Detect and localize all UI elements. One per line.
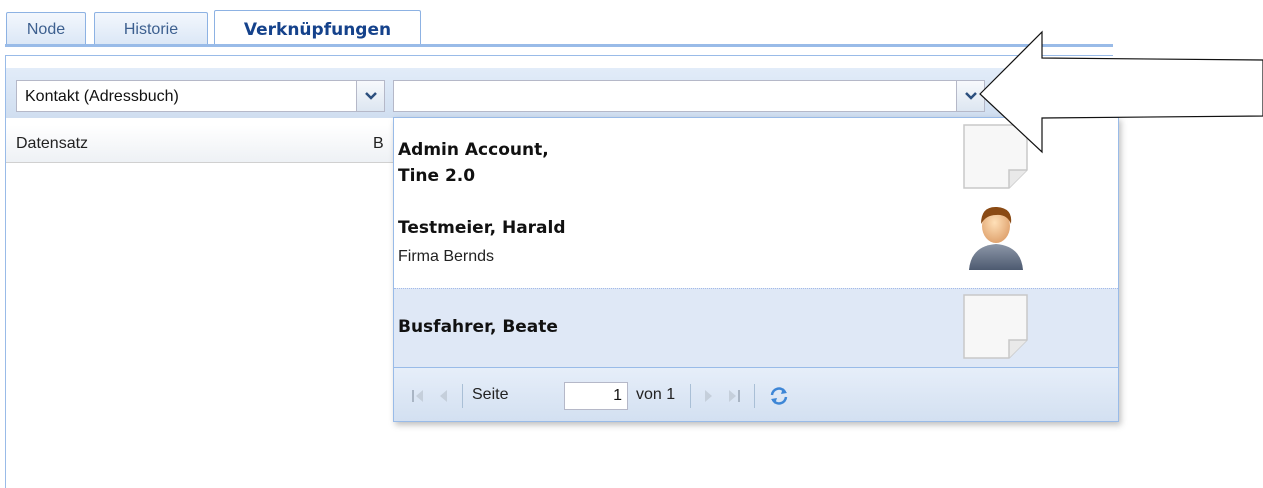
tab-historie-label: Historie: [123, 21, 179, 38]
next-page-icon[interactable]: [700, 388, 716, 404]
tab-verknuepfungen-label: Verknüpfungen: [243, 20, 392, 40]
search-results-dropdown: Admin Account, Tine 2.0 Testmeier, Haral…: [393, 117, 1119, 422]
first-page-icon[interactable]: [410, 388, 426, 404]
list-item-selected[interactable]: Busfahrer, Beate: [394, 288, 1118, 368]
item-name: Testmeier, Harald: [398, 218, 566, 238]
record-search-combo[interactable]: [393, 80, 985, 112]
record-type-combo[interactable]: Kontakt (Adressbuch): [16, 80, 385, 112]
document-icon: [963, 294, 1028, 359]
page-count-label: von 1: [636, 386, 676, 403]
page-number-input[interactable]: 1: [564, 382, 628, 410]
person-avatar-icon: [969, 206, 1023, 270]
item-company: Firma Bernds: [398, 248, 495, 265]
tab-historie[interactable]: Historie: [94, 12, 208, 45]
separator: [754, 384, 755, 408]
app-root: Node Historie Verknüpfungen Kontakt (Adr…: [0, 0, 1263, 488]
paging-toolbar: Seite 1 von 1: [394, 367, 1118, 421]
item-name: Busfahrer, Beate: [398, 317, 558, 337]
tab-node-label: Node: [26, 21, 66, 38]
record-type-value: Kontakt (Adressbuch): [25, 88, 179, 105]
column-b[interactable]: B: [373, 125, 384, 163]
chevron-down-icon: [365, 92, 377, 100]
item-name: Admin Account,: [398, 140, 549, 160]
tab-node[interactable]: Node: [6, 12, 86, 45]
page-label: Seite: [472, 386, 509, 403]
column-datensatz[interactable]: Datensatz: [16, 125, 88, 163]
separator: [462, 384, 463, 408]
separator: [690, 384, 691, 408]
record-type-trigger[interactable]: [356, 81, 384, 111]
tab-strip: [5, 44, 1113, 47]
refresh-icon[interactable]: [768, 385, 790, 407]
annotation-arrow-icon: [979, 30, 1263, 154]
list-item[interactable]: Testmeier, Harald Firma Bernds: [394, 202, 1118, 286]
previous-page-icon[interactable]: [436, 388, 452, 404]
last-page-icon[interactable]: [726, 388, 742, 404]
tab-verknuepfungen[interactable]: Verknüpfungen: [214, 10, 421, 46]
item-name-line2: Tine 2.0: [398, 166, 476, 186]
